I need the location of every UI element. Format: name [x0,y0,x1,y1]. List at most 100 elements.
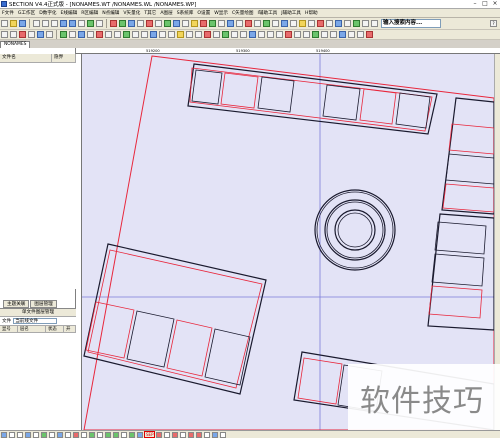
width-icon[interactable] [28,31,35,38]
label-icon[interactable] [231,31,238,38]
delete-icon[interactable] [146,20,153,27]
filter-icon[interactable] [303,31,310,38]
smooth-icon[interactable] [105,31,112,38]
menu-point-edit[interactable]: N点编辑 [100,10,121,16]
status-icon-18[interactable] [137,431,143,438]
rotate-icon[interactable] [137,20,144,27]
status-icon-27[interactable] [220,431,227,438]
status-icon-20[interactable] [164,431,171,438]
maximize-icon[interactable]: □ [480,0,490,8]
extend-icon[interactable] [132,31,139,38]
minimize-icon[interactable]: – [470,0,480,8]
col-state[interactable]: 状态 [46,326,64,332]
calc-icon[interactable] [344,20,351,27]
break-icon[interactable] [87,31,94,38]
layer-manage-button[interactable]: 图层管理 [30,300,57,308]
arrow-icon[interactable] [10,31,17,38]
polygon-icon[interactable] [263,20,270,27]
status-icon-14[interactable] [105,431,111,438]
status-icon-21[interactable] [172,431,179,438]
menu-display[interactable]: W显示 [212,10,230,16]
link-icon[interactable] [258,31,265,38]
array-icon[interactable] [159,31,166,38]
error-icon[interactable] [285,31,292,38]
status-icon-12[interactable] [89,431,95,438]
panel-icon[interactable] [339,31,346,38]
status-icon-10[interactable] [73,431,79,438]
layer-icon[interactable] [191,20,198,27]
new-file-icon[interactable] [1,20,8,27]
settings-icon[interactable] [321,31,328,38]
check-icon[interactable] [353,20,360,27]
format-icon[interactable] [371,20,378,27]
col-display[interactable]: 显号 [0,326,18,332]
theme-link-button[interactable]: 主题关联 [3,300,30,308]
status-icon-24[interactable] [196,431,203,438]
file-select[interactable]: 当前线文件 [13,318,58,324]
menu-vector-draw[interactable]: C矢量绘图 [230,10,256,16]
node-icon[interactable] [69,31,76,38]
trim-icon[interactable] [123,31,130,38]
align-icon[interactable] [168,31,175,38]
menu-digitize[interactable]: D数字化 [37,10,58,16]
status-icon-6[interactable] [41,431,47,438]
measure-icon[interactable] [218,20,225,27]
query-icon[interactable] [326,20,333,27]
tools-icon[interactable] [362,20,369,27]
status-icon-17[interactable] [129,431,135,438]
status-icon-11[interactable] [81,431,87,438]
ungroup-icon[interactable] [186,31,193,38]
close-doc-icon[interactable] [366,31,373,38]
save-icon[interactable] [19,20,26,27]
move-icon[interactable] [119,20,126,27]
status-icon-16[interactable] [121,431,127,438]
copy-icon[interactable] [42,20,49,27]
help-icon[interactable]: ? [490,20,497,27]
status-icon-26[interactable] [212,431,219,438]
status-icon-25[interactable] [204,431,211,438]
zoom-in-icon[interactable] [60,20,67,27]
col-layer-name[interactable]: 层名 [18,326,46,332]
group-icon[interactable] [177,31,184,38]
menu-system-lib[interactable]: S系统库 [175,10,196,16]
table-icon[interactable] [240,31,247,38]
area-icon[interactable] [222,31,229,38]
export-icon[interactable] [308,20,315,27]
status-icon-15[interactable] [113,431,119,438]
tab-workspace[interactable]: NONAMES [0,41,31,48]
run-icon[interactable] [312,31,319,38]
menu-layer[interactable]: A图层 [158,10,174,16]
status-icon-1[interactable] [1,431,7,438]
dimension-icon[interactable] [281,20,288,27]
menu-help[interactable]: H帮助 [303,10,320,16]
text-icon[interactable] [227,20,234,27]
snap-mode-toggle[interactable]: SEP [144,431,156,438]
properties-icon[interactable] [290,20,297,27]
window-icon[interactable] [330,31,337,38]
status-icon-9[interactable] [65,431,71,438]
arc-icon[interactable] [236,20,243,27]
line-style-icon[interactable] [1,31,8,38]
print-icon[interactable] [299,20,306,27]
join-icon[interactable] [96,31,103,38]
status-icon-7[interactable] [49,431,55,438]
offset-icon[interactable] [114,31,121,38]
pan-icon[interactable] [87,20,94,27]
stop-icon[interactable] [317,20,324,27]
paste-icon[interactable] [51,20,58,27]
menu-file[interactable]: F文件 [0,10,16,16]
status-icon-5[interactable] [33,431,39,438]
status-icon-23[interactable] [188,431,195,438]
status-icon-8[interactable] [57,431,63,438]
show-icon[interactable] [213,31,220,38]
menu-line-edit[interactable]: E线编辑 [59,10,80,16]
scale-icon[interactable] [164,20,171,27]
status-icon-13[interactable] [97,431,103,438]
hatch-icon[interactable] [272,20,279,27]
search-input[interactable]: 输入搜索内容... [381,19,441,28]
undo-icon[interactable] [200,20,207,27]
status-icon-19[interactable] [156,431,163,438]
menu-vectorize[interactable]: V矢量化 [121,10,142,16]
point-icon[interactable] [60,31,67,38]
report-icon[interactable] [294,31,301,38]
